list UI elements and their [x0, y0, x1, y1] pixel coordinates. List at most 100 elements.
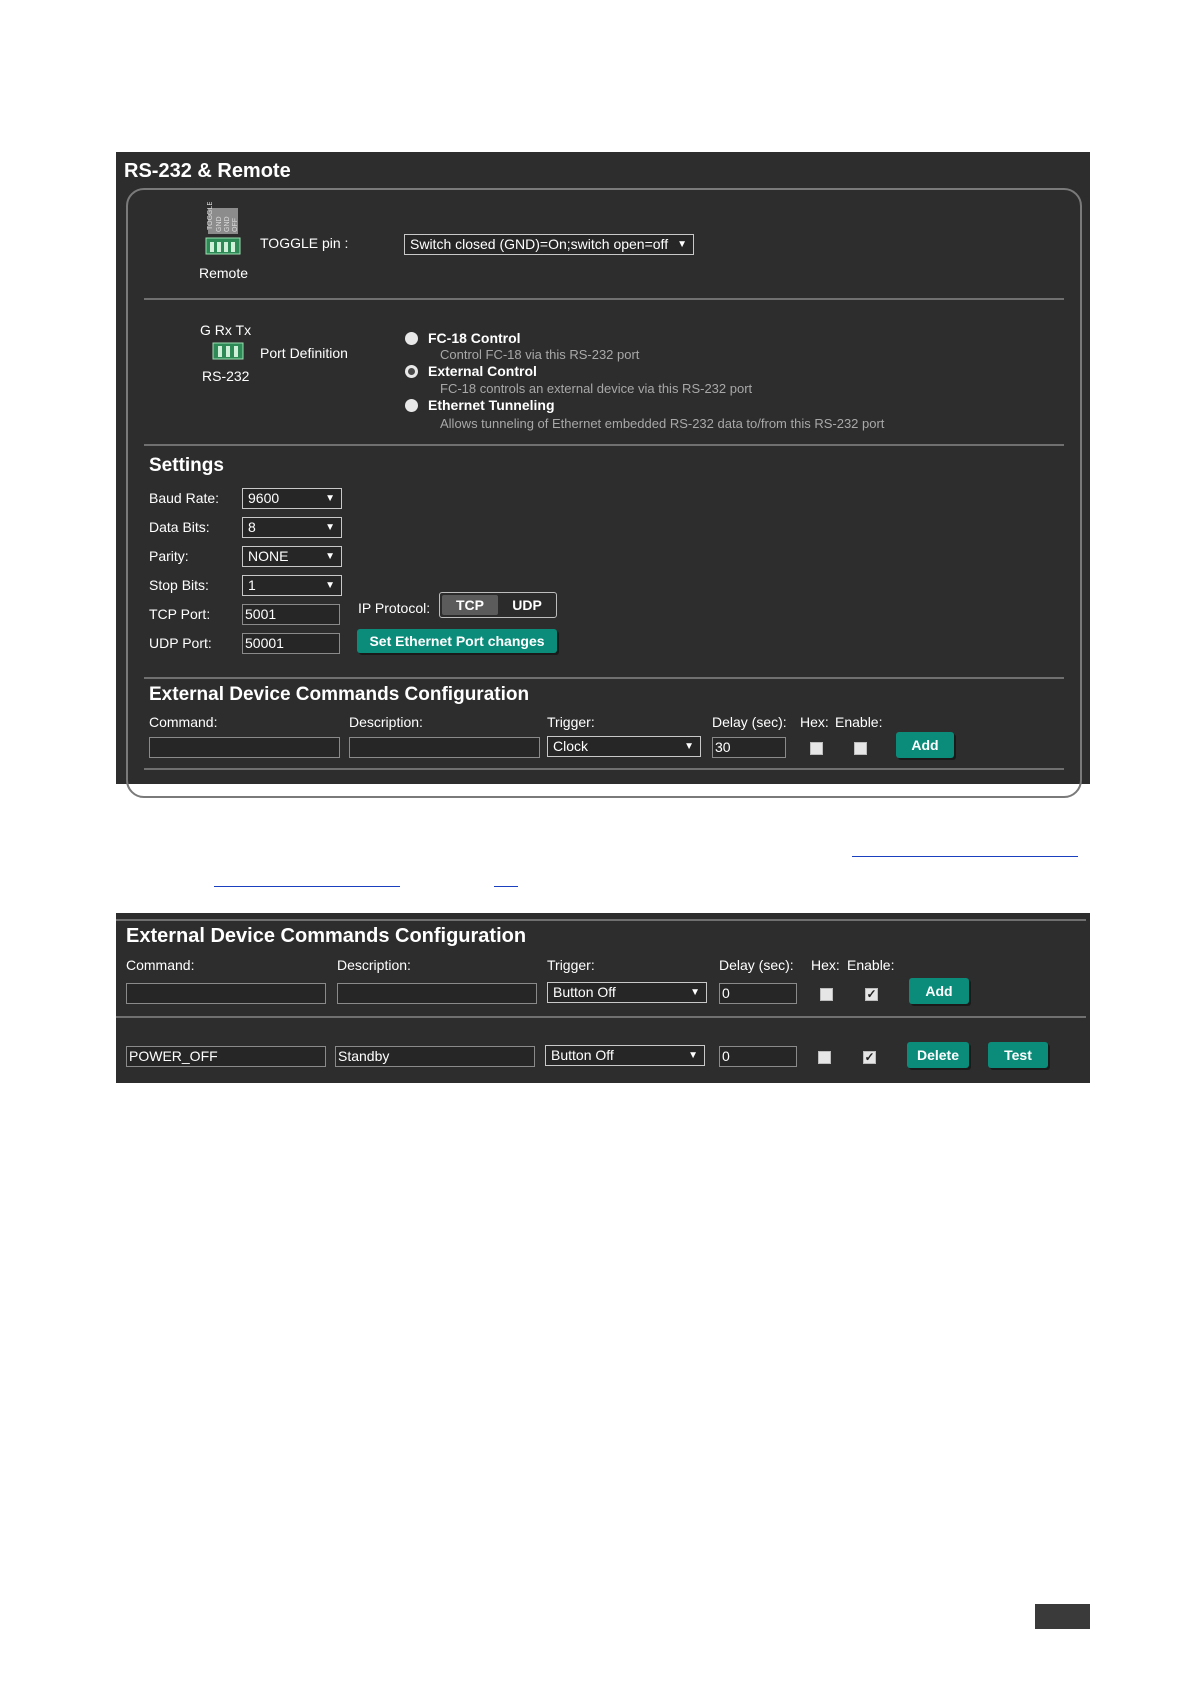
- baud-rate-value: 9600: [248, 490, 280, 506]
- set-ethernet-port-button[interactable]: Set Ethernet Port changes: [357, 629, 557, 653]
- svg-text:GND: GND: [216, 216, 223, 232]
- chevron-down-icon: ▼: [325, 522, 335, 533]
- command-column-label: Command:: [149, 714, 218, 730]
- udp-port-input[interactable]: 50001: [242, 633, 340, 654]
- option-external-title: External Control: [428, 363, 537, 379]
- delay-input[interactable]: 30: [712, 737, 786, 758]
- external-commands-panel: External Device Commands Configuration C…: [116, 913, 1090, 1083]
- saved-delay-input[interactable]: 0: [719, 1046, 797, 1067]
- trigger-select[interactable]: Clock ▼: [547, 736, 701, 757]
- tcp-toggle-button[interactable]: TCP: [442, 595, 498, 615]
- baud-rate-select[interactable]: 9600 ▼: [242, 488, 342, 509]
- data-bits-label: Data Bits:: [149, 519, 210, 535]
- saved-description-input[interactable]: Standby: [335, 1046, 535, 1067]
- toggle-pin-value: Switch closed (GND)=On;switch open=off: [410, 236, 669, 252]
- data-bits-value: 8: [248, 519, 256, 535]
- hyperlink-underline[interactable]: [214, 886, 400, 887]
- chevron-down-icon: ▼: [677, 239, 687, 250]
- hyperlink-underline[interactable]: [494, 886, 518, 887]
- chevron-down-icon: ▼: [325, 580, 335, 591]
- option-fc18-title: FC-18 Control: [428, 330, 521, 346]
- chevron-down-icon: ▼: [325, 493, 335, 504]
- stop-bits-value: 1: [248, 577, 256, 593]
- divider: [144, 677, 1064, 679]
- tcp-port-input[interactable]: 5001: [242, 604, 340, 625]
- saved-trigger-value: Button Off: [551, 1047, 614, 1063]
- enable-column-label: Enable:: [847, 957, 895, 973]
- parity-select[interactable]: NONE ▼: [242, 546, 342, 567]
- hex-checkbox[interactable]: [810, 742, 823, 755]
- remote-connector-icon: TOGGLE GND GND OFF: [204, 201, 244, 258]
- option-external-desc: FC-18 controls an external device via th…: [440, 381, 753, 396]
- trigger-value: Button Off: [553, 984, 616, 1000]
- data-bits-select[interactable]: 8 ▼: [242, 517, 342, 538]
- rs232-remote-panel: RS-232 & Remote TOGGLE GND GND OFF Remot…: [116, 152, 1090, 798]
- udp-toggle-button[interactable]: UDP: [500, 595, 554, 615]
- delay-input[interactable]: 0: [719, 983, 797, 1004]
- saved-trigger-select[interactable]: Button Off ▼: [545, 1045, 705, 1066]
- rs232-connector-icon: [212, 342, 244, 360]
- parity-label: Parity:: [149, 548, 189, 564]
- divider: [116, 919, 1086, 921]
- enable-checkbox[interactable]: ✓: [865, 988, 878, 1001]
- udp-port-label: UDP Port:: [149, 635, 212, 651]
- panel-title: RS-232 & Remote: [124, 160, 291, 182]
- radio-external-control[interactable]: [405, 365, 418, 378]
- radio-fc18-control[interactable]: [405, 332, 418, 345]
- description-input[interactable]: [337, 983, 537, 1004]
- option-fc18-desc: Control FC-18 via this RS-232 port: [440, 347, 640, 362]
- svg-text:TOGGLE: TOGGLE: [207, 202, 214, 230]
- chevron-down-icon: ▼: [684, 741, 694, 752]
- hex-checkbox[interactable]: [820, 988, 833, 1001]
- divider: [144, 444, 1064, 446]
- chevron-down-icon: ▼: [688, 1050, 698, 1061]
- saved-enable-checkbox[interactable]: ✓: [863, 1051, 876, 1064]
- option-tunneling-title: Ethernet Tunneling: [428, 397, 555, 413]
- radio-ethernet-tunneling[interactable]: [405, 399, 418, 412]
- trigger-select[interactable]: Button Off ▼: [547, 982, 707, 1003]
- stop-bits-select[interactable]: 1 ▼: [242, 575, 342, 596]
- port-definition-label: Port Definition: [260, 345, 348, 361]
- settings-heading: Settings: [149, 455, 224, 476]
- add-button[interactable]: Add: [896, 732, 954, 758]
- description-column-label: Description:: [337, 957, 411, 973]
- saved-command-input[interactable]: POWER_OFF: [126, 1046, 326, 1067]
- rs232-label: RS-232: [202, 368, 250, 384]
- divider: [116, 1016, 1086, 1018]
- command-input[interactable]: [149, 737, 340, 758]
- svg-text:GND: GND: [224, 216, 231, 232]
- command-input[interactable]: [126, 983, 326, 1004]
- command-column-label: Command:: [126, 957, 195, 973]
- remote-label: Remote: [199, 265, 249, 281]
- divider: [144, 768, 1064, 770]
- baud-rate-label: Baud Rate:: [149, 490, 220, 506]
- hex-column-label: Hex:: [800, 714, 829, 730]
- saved-hex-checkbox[interactable]: [818, 1051, 831, 1064]
- chevron-down-icon: ▼: [690, 987, 700, 998]
- hyperlink-underline[interactable]: [852, 856, 1078, 857]
- page-number-tab: [1035, 1604, 1090, 1629]
- option-tunneling-desc: Allows tunneling of Ethernet embedded RS…: [440, 416, 885, 431]
- commands-heading: External Device Commands Configuration: [126, 925, 527, 947]
- enable-column-label: Enable:: [835, 714, 883, 730]
- trigger-value: Clock: [553, 738, 589, 754]
- tcp-port-label: TCP Port:: [149, 606, 211, 622]
- parity-value: NONE: [248, 548, 289, 564]
- test-button[interactable]: Test: [988, 1042, 1048, 1068]
- chevron-down-icon: ▼: [325, 551, 335, 562]
- toggle-pin-label: TOGGLE pin :: [260, 235, 349, 251]
- description-input[interactable]: [349, 737, 540, 758]
- rs232-pins-label: G Rx Tx: [200, 322, 252, 338]
- ip-protocol-label: IP Protocol:: [358, 600, 431, 616]
- add-button[interactable]: Add: [909, 978, 969, 1004]
- commands-heading: External Device Commands Configuration: [149, 684, 530, 705]
- toggle-pin-select[interactable]: Switch closed (GND)=On;switch open=off ▼: [404, 234, 694, 255]
- enable-checkbox[interactable]: [854, 742, 867, 755]
- delay-column-label: Delay (sec):: [712, 714, 787, 730]
- divider: [144, 298, 1064, 300]
- hex-column-label: Hex:: [811, 957, 840, 973]
- delete-button[interactable]: Delete: [907, 1042, 969, 1068]
- delay-column-label: Delay (sec):: [719, 957, 794, 973]
- trigger-column-label: Trigger:: [547, 714, 595, 730]
- description-column-label: Description:: [349, 714, 423, 730]
